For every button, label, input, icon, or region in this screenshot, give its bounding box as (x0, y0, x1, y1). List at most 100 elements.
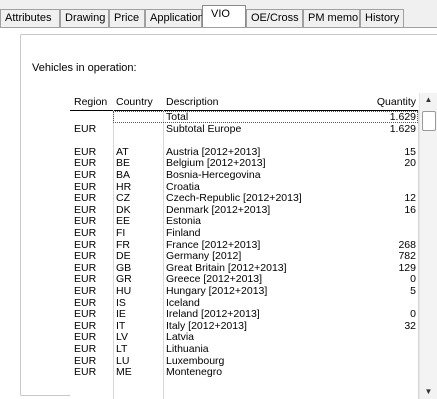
cell-description: Denmark [2012+2013] (166, 203, 271, 216)
cell-quantity: 32 (404, 319, 416, 332)
table-row[interactable]: EUR EE Estonia (70, 215, 419, 227)
tab-pm-memo[interactable]: PM memo (303, 9, 360, 28)
tab-application[interactable]: Application (145, 9, 204, 28)
vio-grid[interactable]: Region Country Description Quantity Tota… (70, 93, 437, 399)
table-row[interactable]: EUR LU Luxembourg (70, 355, 419, 367)
table-row[interactable]: EUR FR France [2012+2013] 268 (70, 239, 419, 251)
header-description[interactable]: Description (166, 95, 366, 109)
table-row[interactable] (70, 134, 419, 146)
table-row[interactable]: EUR IE Ireland [2012+2013] 0 (70, 308, 419, 320)
cell-quantity: 1.629 (389, 111, 416, 123)
cell-description: Total (166, 111, 189, 123)
cell-region: EUR (74, 296, 97, 309)
cell-country: ME (116, 366, 132, 379)
vertical-scrollbar[interactable]: ▲ ▼ (419, 93, 437, 399)
table-row[interactable]: EUR LV Latvia (70, 331, 419, 343)
cell-region: EUR (74, 215, 97, 228)
cell-region: EUR (74, 169, 97, 181)
cell-description: Austria [2012+2013] (166, 145, 261, 158)
table-row[interactable]: EUR CZ Czech-Republic [2012+2013] 12 (70, 192, 419, 204)
cell-region: EUR (74, 366, 97, 379)
cell-description: Ireland [2012+2013] (166, 308, 260, 321)
table-row[interactable]: EUR HR Croatia (70, 181, 419, 193)
scroll-up-arrow-icon[interactable]: ▲ (420, 93, 437, 107)
cell-description: Croatia (166, 180, 200, 193)
cell-description: Belgium [2012+2013] (166, 157, 266, 170)
table-row[interactable]: EUR GB Great Britain [2012+2013] 129 (70, 262, 419, 274)
cell-country: IS (116, 296, 126, 309)
cell-description: Luxembourg (166, 354, 225, 367)
cell-region: EUR (74, 343, 97, 355)
cell-quantity: 12 (404, 192, 416, 205)
header-quantity[interactable]: Quantity (360, 95, 416, 109)
cell-region: EUR (74, 180, 97, 193)
cell-country: BA (116, 169, 131, 181)
table-row[interactable]: EUR AT Austria [2012+2013] 15 (70, 146, 419, 158)
cell-region: EUR (74, 192, 97, 205)
cell-region: EUR (74, 157, 97, 170)
cell-quantity: 20 (404, 157, 416, 170)
cell-country: LU (116, 354, 130, 367)
cell-description: Estonia (166, 215, 202, 228)
cell-country: HU (116, 285, 132, 297)
cell-description: Greece [2012+2013] (166, 273, 263, 286)
table-row[interactable]: EUR DK Denmark [2012+2013] 16 (70, 204, 419, 216)
tab-history[interactable]: History (360, 9, 404, 28)
cell-region: EUR (74, 354, 97, 367)
header-region[interactable]: Region (74, 95, 114, 109)
table-row[interactable]: EUR IS Iceland (70, 297, 419, 309)
cell-region: EUR (74, 273, 97, 286)
table-row[interactable]: EUR GR Greece [2012+2013] 0 (70, 273, 419, 285)
cell-quantity: 129 (398, 261, 416, 274)
table-row[interactable]: EUR LT Lithuania (70, 343, 419, 355)
cell-description: Great Britain [2012+2013] (166, 261, 287, 274)
cell-country: LT (116, 343, 128, 355)
table-row[interactable]: EUR BA Bosnia-Hercegovina (70, 169, 419, 181)
table-row[interactable]: EUR IT Italy [2012+2013] 32 (70, 320, 419, 332)
cell-region: EUR (74, 227, 97, 239)
cell-region: EUR (74, 261, 97, 274)
cell-region: EUR (74, 145, 97, 158)
cell-country: FI (116, 227, 126, 239)
cell-quantity: 268 (398, 238, 416, 251)
scroll-down-arrow-icon[interactable]: ▼ (420, 385, 437, 399)
cell-description: Lithuania (166, 343, 209, 355)
cell-description: Montenegro (166, 366, 223, 379)
cell-country: DE (116, 250, 131, 263)
cell-description: Hungary [2012+2013] (166, 285, 268, 297)
cell-country: IE (116, 308, 126, 321)
cell-description: Iceland (166, 296, 200, 309)
tab-bar: Attributes Drawing Price Application VIO… (0, 0, 437, 28)
header-country[interactable]: Country (116, 95, 164, 109)
table-row[interactable]: EUR ME Montenegro (70, 366, 419, 378)
cell-description: Bosnia-Hercegovina (166, 169, 261, 181)
cell-quantity: 15 (404, 145, 416, 158)
tab-oe-cross[interactable]: OE/Cross (246, 9, 303, 28)
vehicles-in-operation-label: Vehicles in operation: (30, 62, 139, 74)
tab-attributes[interactable]: Attributes (0, 9, 60, 28)
tab-vio[interactable]: VIO (202, 5, 246, 27)
cell-country: AT (116, 145, 129, 158)
cell-description: Germany [2012] (166, 250, 242, 263)
tab-price[interactable]: Price (109, 9, 145, 28)
cell-region: EUR (74, 308, 97, 321)
cell-quantity: 0 (410, 308, 416, 321)
cell-description: Italy [2012+2013] (166, 319, 247, 332)
table-row[interactable]: EUR BE Belgium [2012+2013] 20 (70, 157, 419, 169)
cell-region: EUR (74, 285, 97, 297)
table-row[interactable]: EUR FI Finland (70, 227, 419, 239)
cell-country: BE (116, 157, 131, 170)
scrollbar-thumb[interactable] (422, 111, 436, 131)
cell-country: IT (116, 319, 126, 332)
table-row[interactable]: Total 1.629 (70, 111, 419, 123)
cell-quantity: 5 (410, 285, 416, 297)
table-row[interactable]: EUR Subtotal Europe 1.629 (70, 123, 419, 135)
cell-region: EUR (74, 122, 97, 135)
table-row[interactable]: EUR HU Hungary [2012+2013] 5 (70, 285, 419, 297)
tab-drawing[interactable]: Drawing (60, 9, 109, 28)
table-row[interactable]: EUR DE Germany [2012] 782 (70, 250, 419, 262)
cell-quantity: 16 (404, 203, 416, 216)
cell-description: Czech-Republic [2012+2013] (166, 192, 302, 205)
cell-country: HR (116, 180, 132, 193)
cell-region: EUR (74, 331, 97, 344)
